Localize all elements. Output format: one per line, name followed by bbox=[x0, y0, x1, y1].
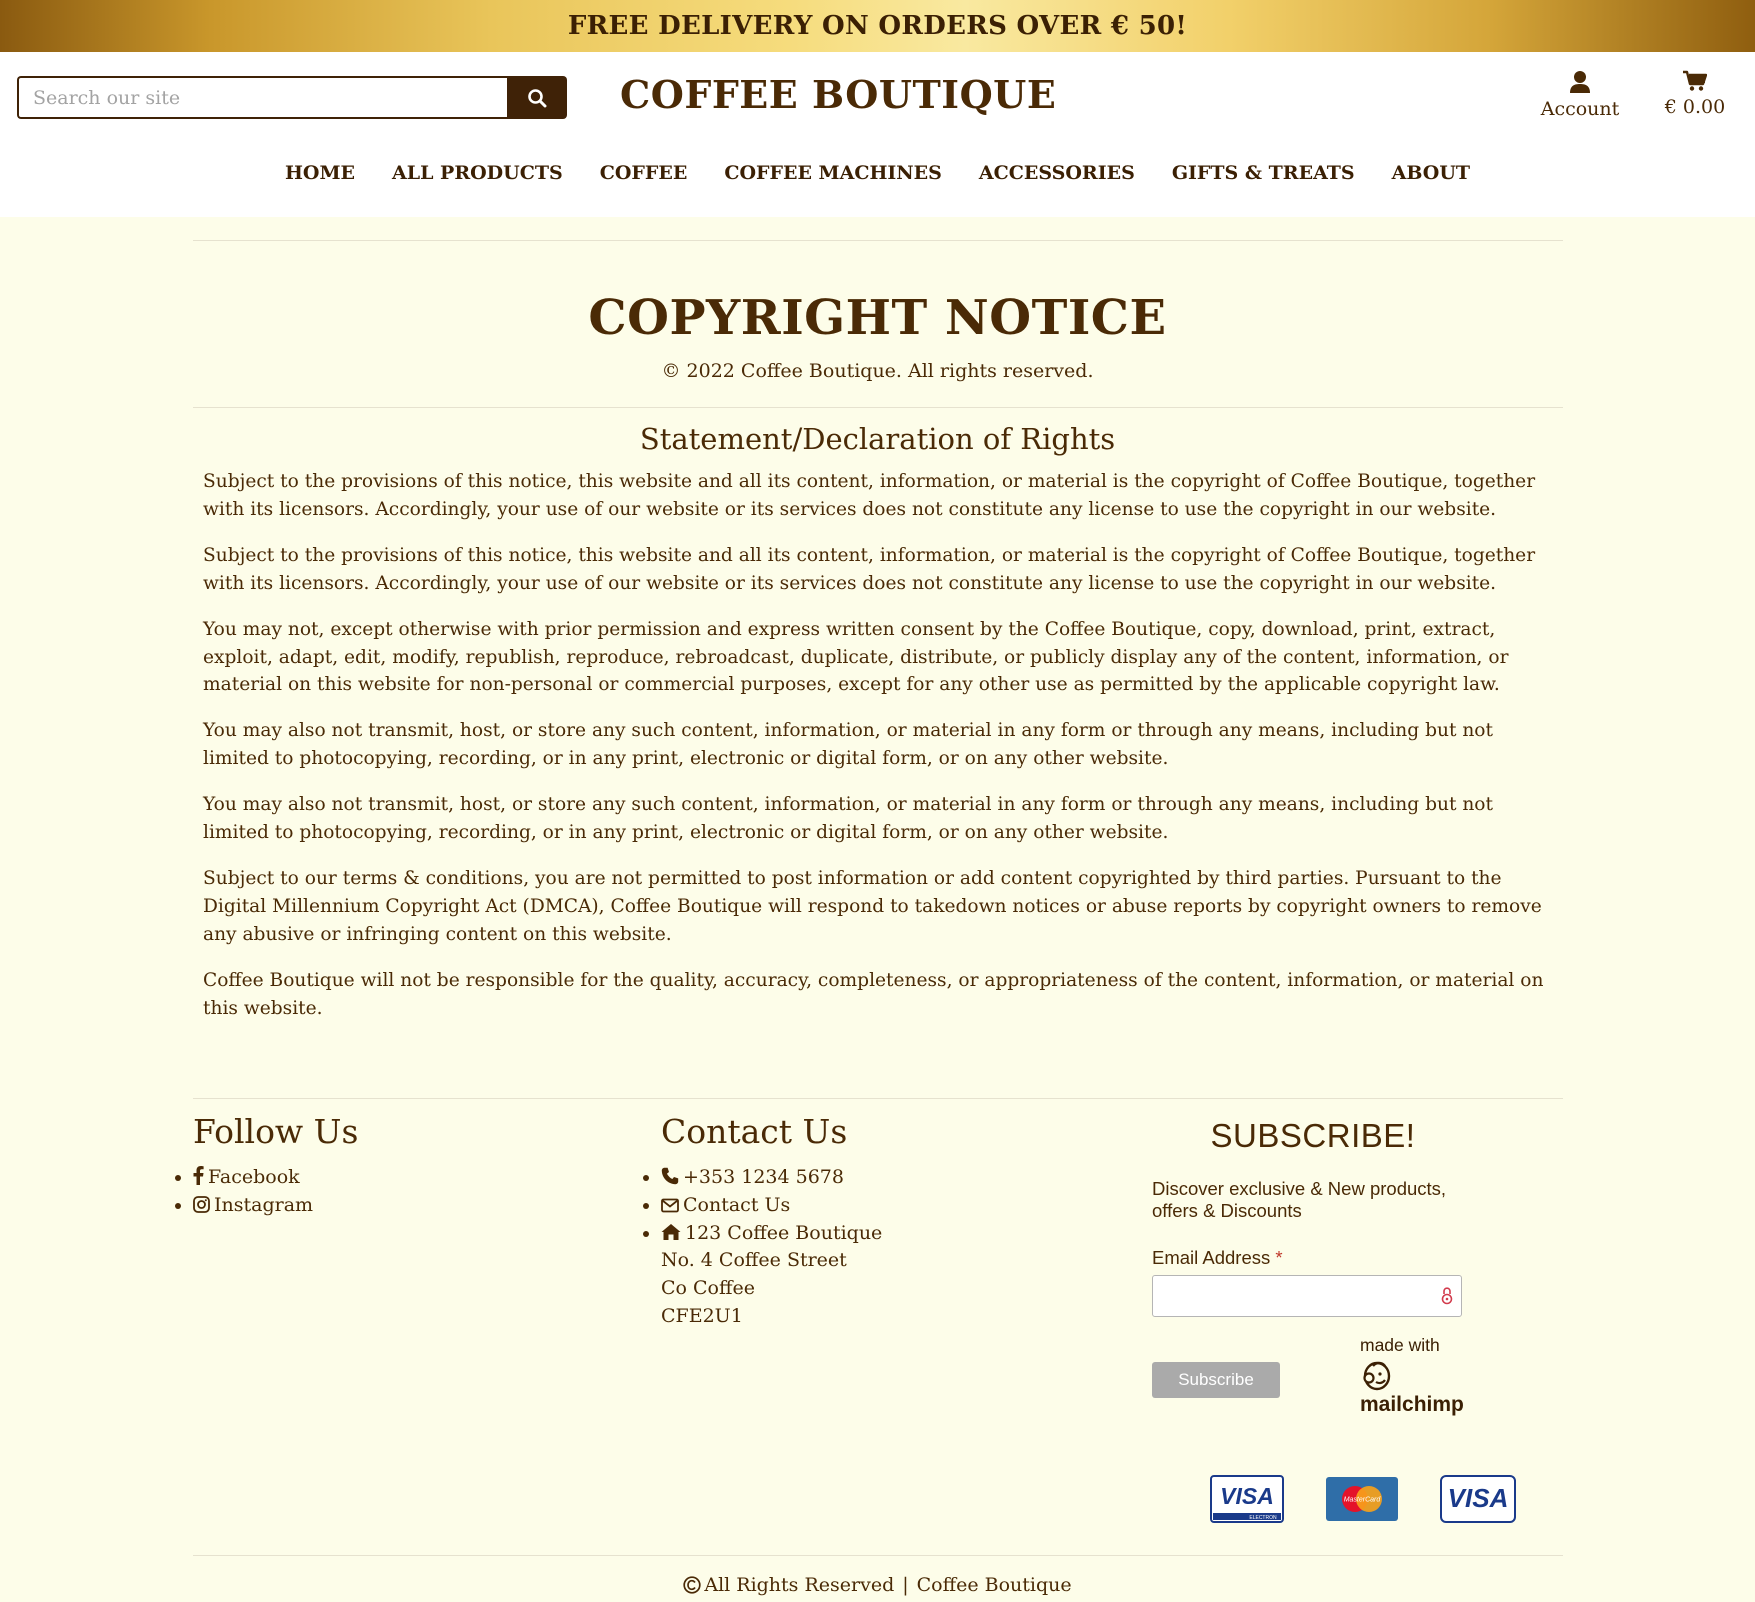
envelope-icon bbox=[661, 1198, 679, 1213]
list-item[interactable]: +353 1234 5678 bbox=[661, 1163, 882, 1191]
nav-item-gifts-treats[interactable]: GIFTS & TREATS bbox=[1172, 162, 1355, 202]
user-icon bbox=[1570, 71, 1590, 93]
address-line-4: CFE2U1 bbox=[661, 1305, 743, 1327]
mastercard-card: MasterCard bbox=[1326, 1475, 1398, 1527]
subscribe-description: Discover exclusive & New products, offer… bbox=[1152, 1178, 1447, 1221]
visa-card: VISA bbox=[1440, 1475, 1516, 1527]
divider bbox=[193, 407, 1563, 408]
social-links: Facebook Instagram bbox=[175, 1163, 313, 1219]
contact-us-heading: Contact Us bbox=[661, 1112, 848, 1151]
cart-icon bbox=[1683, 70, 1707, 91]
copyright-footer: All Rights Reserved | Coffee Boutique bbox=[0, 1574, 1755, 1596]
email-label-text: Email Address bbox=[1152, 1247, 1271, 1268]
divider bbox=[193, 1098, 1563, 1099]
list-item[interactable]: Facebook bbox=[193, 1163, 313, 1191]
email-field[interactable] bbox=[1152, 1275, 1462, 1317]
account-label: Account bbox=[1540, 98, 1620, 120]
visa-electron-logo: VISA ELECTRON bbox=[1210, 1475, 1284, 1523]
nav-item-coffee-machines[interactable]: COFFEE MACHINES bbox=[724, 162, 942, 202]
cart-total: € 0.00 bbox=[1664, 96, 1726, 118]
nav-item-accessories[interactable]: ACCESSORIES bbox=[979, 162, 1135, 202]
rights-text: All Rights Reserved bbox=[704, 1574, 895, 1596]
phone-icon bbox=[661, 1167, 679, 1185]
contact-list: +353 1234 5678 Contact Us 123 Coffee Bou… bbox=[643, 1163, 882, 1247]
email-label: Email Address * bbox=[1152, 1247, 1283, 1269]
paragraph: You may not, except otherwise with prior… bbox=[203, 618, 1509, 696]
facebook-link[interactable]: Facebook bbox=[208, 1166, 300, 1188]
nav-item-home[interactable]: HOME bbox=[285, 162, 355, 202]
copyright-icon bbox=[683, 1576, 701, 1594]
lock-icon bbox=[1441, 1287, 1453, 1305]
follow-us-heading: Follow Us bbox=[193, 1112, 359, 1151]
site-logo[interactable]: COFFEE BOUTIQUE bbox=[620, 72, 1056, 117]
mailchimp-icon bbox=[1363, 1361, 1391, 1391]
nav-item-coffee[interactable]: COFFEE bbox=[600, 162, 688, 202]
notice-body: Subject to the provisions of this notice… bbox=[203, 468, 1555, 1041]
facebook-icon bbox=[193, 1166, 204, 1185]
paragraph: Subject to the provisions of this notice… bbox=[203, 544, 1536, 594]
search-button[interactable] bbox=[507, 76, 567, 119]
address-line-1: 123 Coffee Boutique bbox=[685, 1222, 883, 1244]
list-item[interactable]: Instagram bbox=[193, 1191, 313, 1219]
required-mark: * bbox=[1275, 1247, 1283, 1268]
visa-electron-text: VISA bbox=[1220, 1483, 1274, 1509]
site-header: COFFEE BOUTIQUE Account € 0.00 HOME ALL … bbox=[0, 52, 1755, 217]
promo-banner: FREE DELIVERY ON ORDERS OVER € 50! bbox=[0, 0, 1755, 52]
subscribe-button[interactable]: Subscribe bbox=[1152, 1362, 1280, 1398]
mastercard-logo: MasterCard bbox=[1326, 1477, 1398, 1521]
instagram-icon bbox=[193, 1196, 210, 1213]
list-item[interactable]: Contact Us bbox=[661, 1191, 882, 1219]
search-form bbox=[17, 76, 567, 119]
page-subtitle: © 2022 Coffee Boutique. All rights reser… bbox=[661, 360, 1094, 382]
divider bbox=[193, 1555, 1563, 1556]
promo-banner-text: FREE DELIVERY ON ORDERS OVER € 50! bbox=[567, 11, 1188, 41]
cart-link[interactable]: € 0.00 bbox=[1660, 70, 1730, 118]
nav-item-about[interactable]: ABOUT bbox=[1392, 162, 1470, 202]
paragraph: You may also not transmit, host, or stor… bbox=[203, 720, 1493, 770]
email-input[interactable] bbox=[1153, 1276, 1439, 1314]
paragraph: Subject to our terms & conditions, you a… bbox=[203, 868, 1542, 945]
paragraph: Subject to the provisions of this notice… bbox=[203, 471, 1536, 520]
instagram-link[interactable]: Instagram bbox=[214, 1194, 313, 1216]
nav-item-all-products[interactable]: ALL PRODUCTS bbox=[392, 162, 563, 202]
visa-logo: VISA bbox=[1440, 1475, 1516, 1523]
mailchimp-wordmark: mailchimp bbox=[1360, 1393, 1464, 1416]
mastercard-text: MasterCard bbox=[1344, 1497, 1382, 1504]
home-icon bbox=[661, 1224, 681, 1240]
divider bbox=[193, 240, 1563, 241]
main-nav: HOME ALL PRODUCTS COFFEE COFFEE MACHINES… bbox=[0, 162, 1755, 202]
paragraph: You may also not transmit, host, or stor… bbox=[203, 794, 1493, 844]
contact-email-link[interactable]: Contact Us bbox=[683, 1194, 790, 1216]
address-line-2: No. 4 Coffee Street bbox=[661, 1249, 847, 1271]
subscribe-heading: SUBSCRIBE! bbox=[1210, 1117, 1416, 1154]
made-with-text: made with bbox=[1360, 1335, 1440, 1355]
phone-number[interactable]: +353 1234 5678 bbox=[683, 1166, 844, 1188]
visa-electron-sub-text: ELECTRON bbox=[1249, 1515, 1277, 1521]
search-icon bbox=[528, 88, 547, 107]
separator: | bbox=[902, 1574, 909, 1596]
footer-brand[interactable]: Coffee Boutique bbox=[917, 1574, 1072, 1596]
search-input[interactable] bbox=[17, 76, 507, 119]
page-title: COPYRIGHT NOTICE bbox=[588, 290, 1167, 346]
visa-text: VISA bbox=[1448, 1483, 1509, 1513]
visa-electron-card: VISA ELECTRON bbox=[1210, 1475, 1284, 1527]
list-item: 123 Coffee Boutique bbox=[661, 1219, 882, 1247]
section-title: Statement/Declaration of Rights bbox=[639, 422, 1116, 456]
paragraph: Coffee Boutique will not be responsible … bbox=[203, 969, 1544, 1019]
account-link[interactable]: Account bbox=[1540, 70, 1620, 120]
address-line-3: Co Coffee bbox=[661, 1277, 755, 1299]
